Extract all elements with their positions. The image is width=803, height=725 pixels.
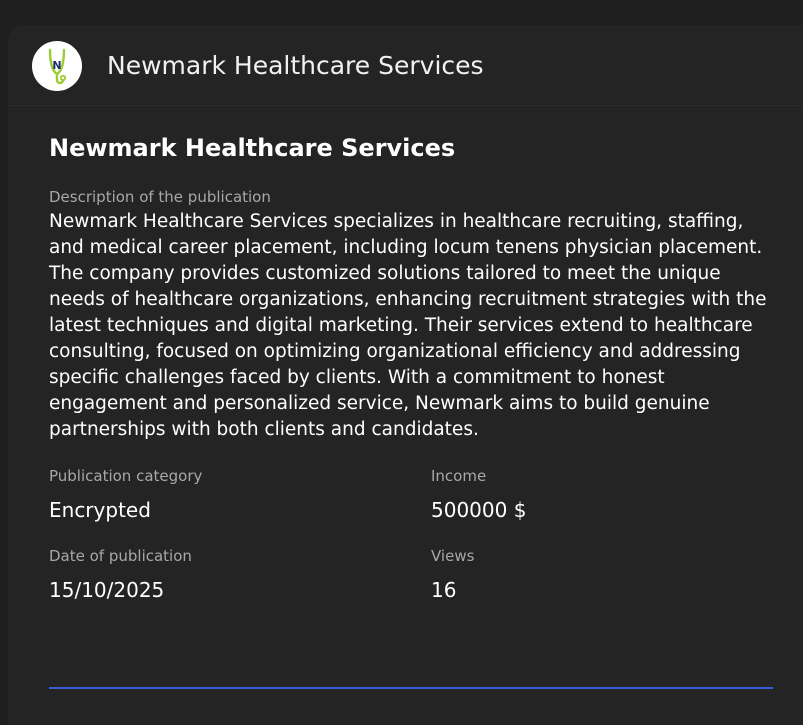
header-company-name: Newmark Healthcare Services <box>107 51 484 80</box>
date-label: Date of publication <box>49 547 192 565</box>
publication-fields: Publication category Encrypted Income 50… <box>49 466 779 606</box>
card-header: N Newmark Healthcare Services <box>8 25 803 106</box>
company-logo: N <box>32 41 82 91</box>
views-label: Views <box>431 547 475 565</box>
stethoscope-icon: N <box>48 48 67 85</box>
publication-content: Newmark Healthcare Services Description … <box>49 130 779 606</box>
description-text: Newmark Healthcare Services specializes … <box>49 211 767 440</box>
category-value: Encrypted <box>49 498 151 522</box>
income-label: Income <box>431 467 487 485</box>
category-field: Publication category Encrypted <box>49 466 389 523</box>
income-value: 500000 $ <box>431 498 527 522</box>
date-field: Date of publication 15/10/2025 <box>49 546 389 603</box>
views-field: Views 16 <box>431 546 771 603</box>
page-title: Newmark Healthcare Services <box>49 134 456 162</box>
views-value: 16 <box>431 578 457 602</box>
date-value: 15/10/2025 <box>49 578 165 602</box>
category-label: Publication category <box>49 467 203 485</box>
description-label: Description of the publication <box>49 188 271 206</box>
income-field: Income 500000 $ <box>431 466 771 523</box>
section-divider <box>49 687 773 689</box>
logo-letter: N <box>52 59 61 72</box>
